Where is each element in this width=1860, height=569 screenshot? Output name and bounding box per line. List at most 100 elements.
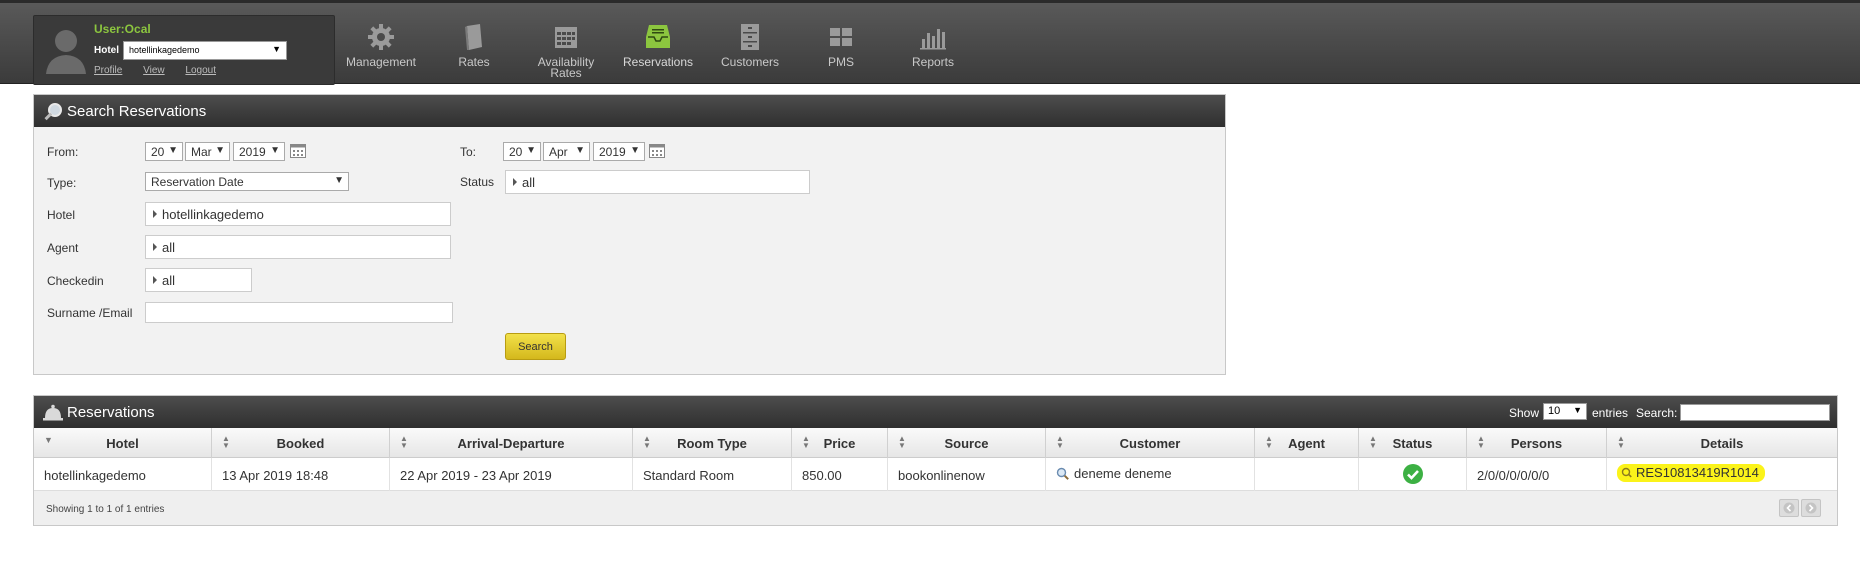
cell-hotel: hotellinkagedemo [34, 458, 212, 491]
column-header-label: Booked [276, 436, 325, 451]
bell-icon [43, 404, 63, 421]
caret-right-icon [153, 210, 157, 218]
column-header-label: Hotel [106, 436, 139, 451]
cell-source: bookonlinenow [888, 458, 1046, 491]
column-header-arrival-departure[interactable]: ▲ ▼ Arrival-Departure [390, 428, 633, 458]
calendar-icon [555, 27, 577, 48]
hotel-multiselect[interactable]: hotellinkagedemo [145, 202, 451, 226]
search-panel-header: Search Reservations [34, 95, 1225, 127]
table-search-input[interactable] [1680, 404, 1830, 421]
next-page-button[interactable] [1801, 499, 1821, 517]
cell-persons: 2/0/0/0/0/0/0 [1467, 458, 1607, 491]
details-link[interactable]: RES10813419R1014 [1617, 464, 1765, 482]
nav-customers[interactable]: Customers [704, 17, 796, 68]
show-entries-value: 10 [1548, 405, 1561, 417]
magnifier-icon [1621, 467, 1632, 478]
previous-page-button[interactable] [1779, 499, 1799, 517]
column-header-agent[interactable]: ▲ ▼ Agent [1255, 428, 1359, 458]
from-year-value: 2019 [239, 145, 266, 159]
nav-reservations-label: Reservations [622, 55, 694, 69]
cell-details[interactable]: RES10813419R1014 [1607, 458, 1837, 491]
type-select[interactable]: Reservation Date ▼ [145, 172, 349, 191]
cell-customer-name: deneme deneme [1074, 466, 1172, 481]
chevron-down-icon: ▼ [272, 44, 281, 54]
hotel-select[interactable]: hotellinkagedemo ▼ [123, 41, 287, 60]
nav-rates[interactable]: Rates [428, 17, 520, 68]
table-footer: Showing 1 to 1 of 1 entries [34, 491, 1837, 525]
from-day-select[interactable]: 20 ▼ [145, 142, 183, 161]
column-header-source[interactable]: ▲ ▼ Source [888, 428, 1046, 458]
column-header-price[interactable]: ▲ ▼ Price [792, 428, 888, 458]
logout-link[interactable]: Logout [185, 65, 216, 76]
column-header-label: Persons [1510, 436, 1563, 451]
cell-booked: 13 Apr 2019 18:48 [212, 458, 390, 491]
column-header-label: Room Type [677, 436, 747, 451]
nav-pms[interactable]: PMS [795, 17, 887, 68]
nav-availability-rates-label: Availability Rates [537, 55, 595, 80]
column-header-details[interactable]: ▲ ▼ Details [1607, 428, 1837, 458]
to-label: To: [460, 145, 477, 159]
nav-reports[interactable]: Reports [887, 17, 979, 68]
column-header-hotel[interactable]: ▼ Hotel [34, 428, 212, 458]
agent-multiselect[interactable]: all [145, 235, 451, 259]
to-month-select[interactable]: Apr ▼ [543, 142, 590, 161]
username-label: User:Ocal [94, 22, 151, 36]
from-day-value: 20 [151, 145, 165, 159]
column-header-booked[interactable]: ▲ ▼ Booked [212, 428, 390, 458]
chevron-down-icon: ▼ [1573, 405, 1582, 415]
view-link[interactable]: View [143, 65, 165, 76]
hotel-filter-label: Hotel [47, 208, 76, 222]
table-search-label: Search: [1636, 406, 1678, 420]
chevron-down-icon: ▼ [334, 175, 344, 186]
status-multiselect[interactable]: all [505, 170, 810, 194]
entries-label: entries [1592, 406, 1629, 420]
column-header-status[interactable]: ▲ ▼ Status [1359, 428, 1467, 458]
arrow-left-icon [1783, 502, 1795, 514]
show-label: Show [1509, 406, 1540, 420]
profile-link[interactable]: Profile [94, 65, 122, 76]
caret-right-icon [153, 243, 157, 251]
sort-icon: ▲ ▼ [400, 434, 408, 450]
nav-reservations[interactable]: Reservations [612, 17, 704, 68]
chevron-down-icon: ▼ [168, 145, 178, 156]
from-label: From: [47, 145, 79, 159]
column-header-persons[interactable]: ▲ ▼ Persons [1467, 428, 1607, 458]
sort-icon: ▲ ▼ [1265, 434, 1273, 450]
table-row: hotellinkagedemo 13 Apr 2019 18:48 22 Ap… [34, 458, 1837, 491]
show-entries-select[interactable]: 10 ▼ [1543, 403, 1587, 420]
top-navigation-bar: User:Ocal Hotel hotellinkagedemo ▼ Profi… [0, 0, 1860, 85]
to-year-select[interactable]: 2019 ▼ [593, 142, 645, 161]
arrow-right-icon [1805, 502, 1817, 514]
column-header-label: Details [1700, 436, 1744, 451]
calendar-picker-icon[interactable] [290, 144, 306, 158]
sort-icon: ▲ ▼ [643, 434, 651, 450]
surname-email-input[interactable] [145, 302, 453, 323]
column-header-customer[interactable]: ▲ ▼ Customer [1046, 428, 1255, 458]
cell-room-type: Standard Room [633, 458, 792, 491]
nav-pms-label: PMS [827, 55, 854, 69]
checkedin-label: Checkedin [47, 274, 104, 288]
table-info: Showing 1 to 1 of 1 entries [46, 504, 165, 515]
nav-rates-label: Rates [458, 55, 490, 69]
from-year-select[interactable]: 2019 ▼ [233, 142, 285, 161]
type-select-value: Reservation Date [151, 175, 244, 189]
column-header-room-type[interactable]: ▲ ▼ Room Type [633, 428, 792, 458]
hotel-select-value: hotellinkagedemo [129, 45, 200, 55]
magnifier-icon[interactable] [1056, 467, 1070, 481]
search-panel-title: Search Reservations [67, 103, 207, 120]
nav-management[interactable]: Management [335, 17, 427, 68]
sort-desc-icon: ▼ [44, 435, 53, 445]
cell-customer[interactable]: deneme deneme [1046, 458, 1255, 491]
checkedin-multiselect[interactable]: all [145, 268, 252, 292]
details-reservation-code: RES10813419R1014 [1636, 465, 1759, 480]
cell-status [1359, 458, 1467, 491]
from-month-select[interactable]: Mar ▼ [185, 142, 230, 161]
to-day-select[interactable]: 20 ▼ [503, 142, 541, 161]
calendar-picker-icon[interactable] [649, 144, 665, 158]
checkedin-multiselect-value: all [162, 273, 176, 288]
nav-reports-label: Reports [911, 55, 955, 69]
search-button[interactable]: Search [505, 333, 566, 360]
nav-management-label: Management [345, 55, 417, 69]
nav-availability-rates[interactable]: Availability Rates [520, 17, 612, 79]
caret-right-icon [513, 178, 517, 186]
